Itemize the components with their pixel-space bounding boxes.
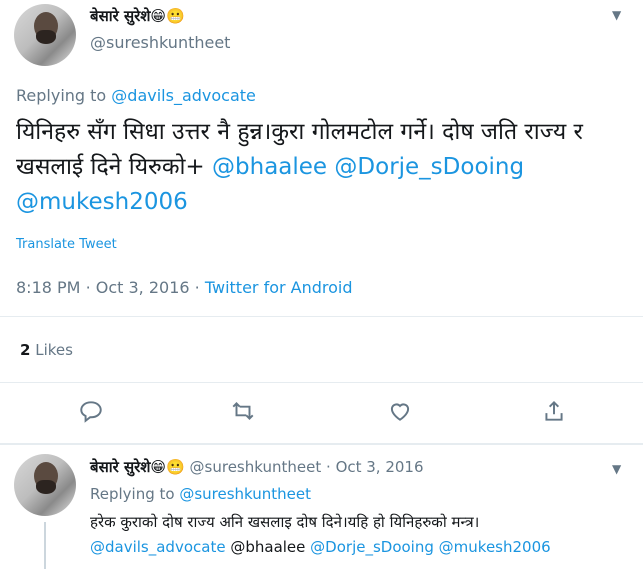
main-tweet: बेसारे सुरेशे😁😬 @sureshkuntheet ▼ Replyi… bbox=[0, 0, 643, 443]
separator: · bbox=[85, 278, 91, 297]
tweet-actions bbox=[0, 398, 643, 424]
separator: · bbox=[326, 458, 331, 476]
mention-link[interactable]: @mukesh2006 bbox=[439, 538, 551, 556]
replying-to-link[interactable]: @davils_advocate bbox=[111, 86, 256, 105]
tweet-text-main: हरेक कुराको दोष राज्य अनि खसलाइ दोष दिने… bbox=[90, 513, 480, 531]
author-name[interactable]: बेसारे सुरेशे😁😬 bbox=[90, 458, 185, 476]
replying-to-link[interactable]: @sureshkuntheet bbox=[179, 485, 311, 503]
tweet-date[interactable]: Oct 3, 2016 bbox=[336, 458, 424, 476]
tweet-text: यिनिहरु सँग सिधा उत्तर नै हुन्न।कुरा गोल… bbox=[16, 115, 636, 220]
author-name[interactable]: बेसारे सुरेशे😁😬 bbox=[90, 6, 185, 26]
tweet-date[interactable]: Oct 3, 2016 bbox=[96, 278, 190, 297]
reply-header: बेसारे सुरेशे😁😬 @sureshkuntheet · Oct 3,… bbox=[90, 457, 424, 477]
divider bbox=[0, 382, 643, 383]
retweet-icon[interactable] bbox=[230, 398, 256, 424]
thread-line bbox=[44, 522, 46, 569]
likes-number: 2 bbox=[20, 341, 31, 359]
reply-icon[interactable] bbox=[78, 398, 104, 424]
tweet-time[interactable]: 8:18 PM bbox=[16, 278, 80, 297]
avatar[interactable] bbox=[14, 4, 76, 66]
mention-link[interactable]: @Dorje_sDooing bbox=[310, 538, 434, 556]
tweet-source[interactable]: Twitter for Android bbox=[205, 278, 353, 297]
mention-link[interactable]: @davils_advocate bbox=[90, 538, 226, 556]
chevron-down-icon[interactable]: ▼ bbox=[612, 8, 621, 22]
avatar-beard bbox=[36, 480, 56, 494]
mention-link[interactable]: @mukesh2006 bbox=[16, 189, 188, 215]
heart-icon[interactable] bbox=[387, 398, 413, 424]
likes-count[interactable]: 2 Likes bbox=[20, 341, 73, 359]
mention-link[interactable]: @Dorje_sDooing bbox=[334, 154, 524, 180]
translate-tweet-link[interactable]: Translate Tweet bbox=[16, 237, 117, 252]
replying-prefix: Replying to bbox=[16, 86, 112, 105]
likes-label: Likes bbox=[35, 341, 73, 359]
mention-text[interactable]: @bhaalee bbox=[230, 538, 305, 556]
replying-to-line: Replying to @sureshkuntheet bbox=[90, 485, 311, 503]
divider bbox=[0, 316, 643, 317]
tweet-meta: 8:18 PM · Oct 3, 2016 · Twitter for Andr… bbox=[16, 278, 353, 297]
author-handle[interactable]: @sureshkuntheet bbox=[190, 458, 322, 476]
tweet-text: हरेक कुराको दोष राज्य अनि खसलाइ दोष दिने… bbox=[90, 510, 635, 560]
avatar[interactable] bbox=[14, 454, 76, 516]
share-icon[interactable] bbox=[541, 398, 567, 424]
chevron-down-icon[interactable]: ▼ bbox=[612, 462, 621, 476]
reply-tweet[interactable]: बेसारे सुरेशे😁😬 @sureshkuntheet · Oct 3,… bbox=[0, 444, 643, 569]
author-handle[interactable]: @sureshkuntheet bbox=[90, 33, 230, 52]
separator: · bbox=[194, 278, 200, 297]
avatar-beard bbox=[36, 30, 56, 44]
mention-link[interactable]: @bhaalee bbox=[212, 154, 327, 180]
replying-to-line: Replying to @davils_advocate bbox=[16, 86, 256, 105]
replying-prefix: Replying to bbox=[90, 485, 180, 503]
